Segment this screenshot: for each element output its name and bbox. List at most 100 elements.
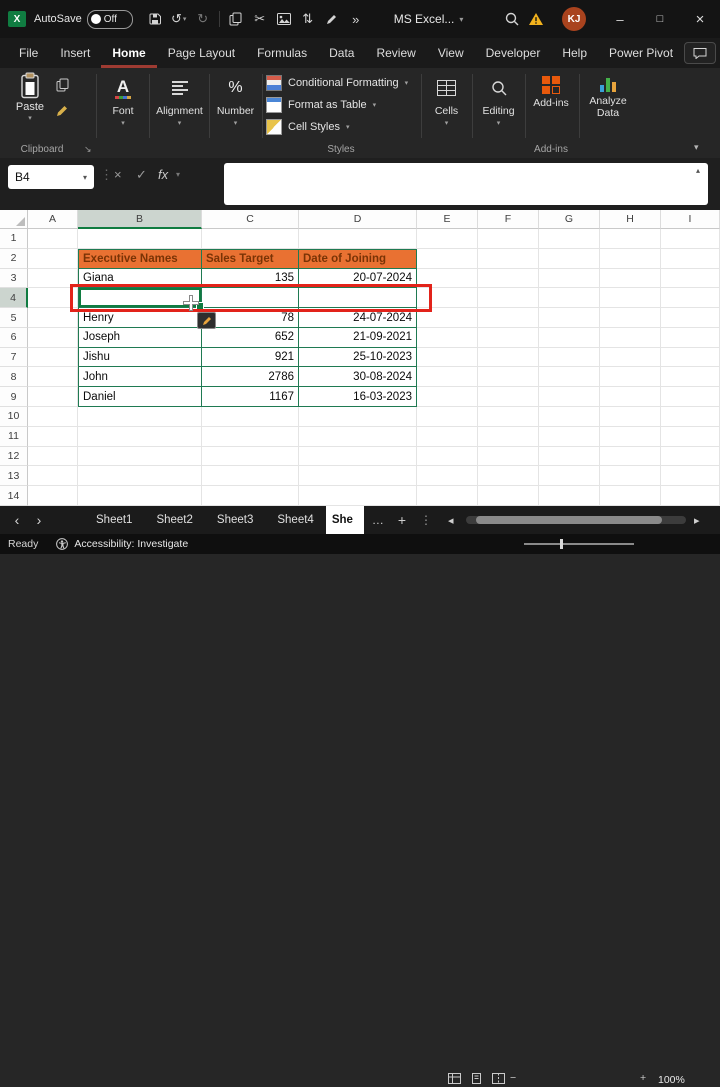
scroll-left-button[interactable]: ◂ bbox=[448, 514, 454, 527]
cell-H2[interactable] bbox=[600, 249, 661, 269]
new-sheet-button[interactable]: + bbox=[398, 512, 406, 528]
zoom-level[interactable]: 100% bbox=[658, 1074, 685, 1086]
number-group-button[interactable]: % Number ▾ bbox=[212, 68, 259, 127]
cell-I8[interactable] bbox=[661, 367, 720, 387]
cell-G11[interactable] bbox=[539, 427, 600, 447]
column-header-C[interactable]: C bbox=[202, 210, 299, 229]
cell-E7[interactable] bbox=[417, 348, 478, 368]
page-break-view-button[interactable] bbox=[492, 1073, 505, 1087]
cell-B11[interactable] bbox=[78, 427, 202, 447]
row-header-10[interactable]: 10 bbox=[0, 407, 28, 427]
cell-E10[interactable] bbox=[417, 407, 478, 427]
column-header-E[interactable]: E bbox=[417, 210, 478, 229]
chevron-down-icon[interactable]: ▾ bbox=[176, 170, 180, 179]
cell-H8[interactable] bbox=[600, 367, 661, 387]
cell-F11[interactable] bbox=[478, 427, 539, 447]
zoom-in-button[interactable]: + bbox=[640, 1072, 646, 1084]
cell-F13[interactable] bbox=[478, 466, 539, 486]
format-painter-button[interactable] bbox=[56, 104, 69, 122]
cell-F8[interactable] bbox=[478, 367, 539, 387]
cells-group-button[interactable]: Cells ▾ bbox=[424, 68, 469, 127]
cell-I5[interactable] bbox=[661, 308, 720, 328]
autosave-toggle[interactable]: Off bbox=[87, 10, 133, 29]
search-button[interactable] bbox=[500, 7, 524, 31]
cell-D10[interactable] bbox=[299, 407, 417, 427]
tab-help[interactable]: Help bbox=[551, 38, 598, 68]
cell-D11[interactable] bbox=[299, 427, 417, 447]
tab-power-pivot[interactable]: Power Pivot bbox=[598, 38, 684, 68]
row-header-4[interactable]: 4 bbox=[0, 288, 28, 308]
cell-I2[interactable] bbox=[661, 249, 720, 269]
page-layout-view-button[interactable] bbox=[470, 1073, 483, 1087]
cell-F6[interactable] bbox=[478, 328, 539, 348]
row-header-8[interactable]: 8 bbox=[0, 367, 28, 387]
row-header-3[interactable]: 3 bbox=[0, 269, 28, 289]
sheet-tab-sheet1[interactable]: Sheet1 bbox=[84, 506, 144, 534]
cancel-button[interactable]: × bbox=[114, 167, 122, 182]
cell-C14[interactable] bbox=[202, 486, 299, 506]
window-title-control[interactable]: MS Excel... ▾ bbox=[394, 12, 464, 26]
copy-small-button[interactable] bbox=[56, 78, 69, 97]
horizontal-scrollbar-thumb[interactable] bbox=[476, 516, 662, 524]
collapse-ribbon-chevron-icon[interactable]: ▾ bbox=[694, 142, 699, 153]
column-header-G[interactable]: G bbox=[539, 210, 600, 229]
cell-B9[interactable]: Daniel bbox=[78, 387, 202, 407]
format-as-table-button[interactable]: Format as Table ▾ bbox=[266, 95, 376, 115]
cell-G13[interactable] bbox=[539, 466, 600, 486]
cell-I4[interactable] bbox=[661, 288, 720, 308]
sheet-tab-sheet2[interactable]: Sheet2 bbox=[144, 506, 204, 534]
cell-A2[interactable] bbox=[28, 249, 78, 269]
cell-C6[interactable]: 652 bbox=[202, 328, 299, 348]
dialog-launcher-icon[interactable]: ↘ bbox=[84, 144, 92, 155]
cell-E1[interactable] bbox=[417, 229, 478, 249]
cell-E6[interactable] bbox=[417, 328, 478, 348]
cell-D2[interactable]: Date of Joining bbox=[299, 249, 417, 269]
tab-file[interactable]: File bbox=[8, 38, 49, 68]
all-sheets-button[interactable]: … bbox=[372, 513, 384, 527]
cell-H6[interactable] bbox=[600, 328, 661, 348]
scroll-right-button[interactable]: ▸ bbox=[694, 514, 700, 527]
cell-E9[interactable] bbox=[417, 387, 478, 407]
sheet-tab-sheet3[interactable]: Sheet3 bbox=[205, 506, 265, 534]
cell-F14[interactable] bbox=[478, 486, 539, 506]
row-header-13[interactable]: 13 bbox=[0, 466, 28, 486]
user-avatar[interactable]: KJ bbox=[562, 7, 586, 31]
cell-C13[interactable] bbox=[202, 466, 299, 486]
cell-H9[interactable] bbox=[600, 387, 661, 407]
collapse-formula-bar-icon[interactable]: ▴ bbox=[696, 166, 700, 175]
zoom-slider-handle[interactable] bbox=[560, 539, 563, 549]
cell-G8[interactable] bbox=[539, 367, 600, 387]
cell-F4[interactable] bbox=[478, 288, 539, 308]
cell-F9[interactable] bbox=[478, 387, 539, 407]
cell-C11[interactable] bbox=[202, 427, 299, 447]
column-header-F[interactable]: F bbox=[478, 210, 539, 229]
cell-G7[interactable] bbox=[539, 348, 600, 368]
row-header-14[interactable]: 14 bbox=[0, 486, 28, 506]
cell-H14[interactable] bbox=[600, 486, 661, 506]
tab-home[interactable]: Home bbox=[101, 38, 156, 68]
cell-A9[interactable] bbox=[28, 387, 78, 407]
horizontal-scrollbar[interactable] bbox=[466, 516, 686, 524]
copy-button[interactable] bbox=[224, 7, 248, 31]
row-header-1[interactable]: 1 bbox=[0, 229, 28, 249]
cell-H11[interactable] bbox=[600, 427, 661, 447]
cell-B8[interactable]: John bbox=[78, 367, 202, 387]
cell-G14[interactable] bbox=[539, 486, 600, 506]
cell-D9[interactable]: 16-03-2023 bbox=[299, 387, 417, 407]
tab-insert[interactable]: Insert bbox=[49, 38, 101, 68]
enter-button[interactable]: ✓ bbox=[136, 167, 147, 183]
cell-B10[interactable] bbox=[78, 407, 202, 427]
cell-H4[interactable] bbox=[600, 288, 661, 308]
cell-B6[interactable]: Joseph bbox=[78, 328, 202, 348]
cell-D8[interactable]: 30-08-2024 bbox=[299, 367, 417, 387]
cell-A6[interactable] bbox=[28, 328, 78, 348]
conditional-formatting-button[interactable]: Conditional Formatting ▾ bbox=[266, 73, 408, 93]
cell-G6[interactable] bbox=[539, 328, 600, 348]
cell-B12[interactable] bbox=[78, 447, 202, 467]
cell-F1[interactable] bbox=[478, 229, 539, 249]
name-box-splitter-icon[interactable]: ⋮ bbox=[100, 167, 113, 183]
cell-A8[interactable] bbox=[28, 367, 78, 387]
cell-C7[interactable]: 921 bbox=[202, 348, 299, 368]
cell-E11[interactable] bbox=[417, 427, 478, 447]
prev-sheet-button[interactable]: ‹ bbox=[6, 512, 28, 528]
